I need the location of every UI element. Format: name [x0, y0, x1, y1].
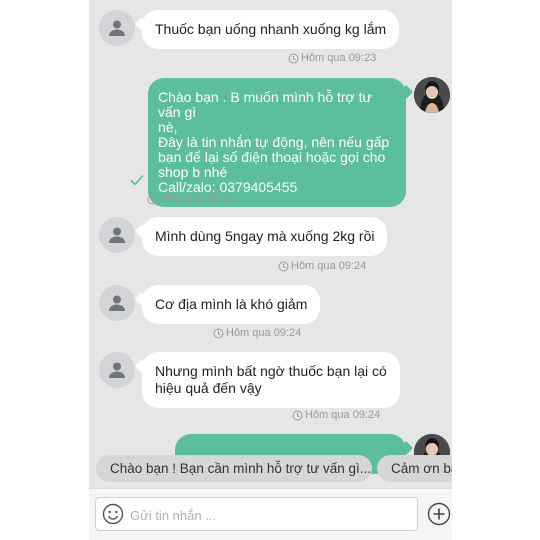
- chat-screen: Thuốc bạn uống nhanh xuống kg lắm Hôm qu…: [89, 0, 452, 540]
- message-text: Cơ địa mình là khó giảm: [155, 296, 308, 312]
- clock-icon: [288, 53, 299, 63]
- message-line: hiệu quả đến vậy: [155, 380, 262, 396]
- plus-circle-icon[interactable]: [427, 502, 451, 526]
- message-bubble-incoming[interactable]: Thuốc bạn uống nhanh xuống kg lắm: [142, 10, 400, 49]
- message-timestamp: Hôm qua 09:24: [213, 327, 301, 339]
- message-text: Mình dùng 5ngay mà xuống 2kg rồi: [155, 228, 375, 244]
- clock-icon: [292, 410, 303, 420]
- message-timestamp: Hôm qua 09:24: [278, 260, 366, 272]
- message-line: Đây là tin nhắn tự động, nên nếu gấp: [158, 134, 390, 150]
- quick-reply-chip[interactable]: Chào bạn ! Bạn cần mình hỗ trợ tư vấn gì…: [96, 455, 372, 482]
- quick-reply-chip[interactable]: Cảm ơn bạ: [377, 455, 452, 482]
- message-timestamp: Hôm qua 09:24: [292, 409, 380, 421]
- message-bubble-outgoing[interactable]: Chào bạn . B muốn mình hỗ trợ tư vấn gì …: [148, 78, 406, 207]
- person-icon: [109, 227, 125, 243]
- smiley-icon[interactable]: [102, 503, 124, 525]
- check-icon: [130, 174, 144, 186]
- message-timestamp: Hôm qua 09:23: [288, 52, 376, 64]
- quick-replies: Chào bạn ! Bạn cần mình hỗ trợ tư vấn gì…: [89, 452, 452, 486]
- user-avatar[interactable]: [414, 77, 450, 113]
- clock-icon: [147, 194, 158, 204]
- message-line: bạn để lại số điện thoại hoặc gọi cho: [158, 149, 386, 165]
- message-input[interactable]: [128, 504, 412, 526]
- composer-bar: [89, 488, 452, 540]
- clock-icon: [278, 261, 289, 271]
- message-bubble-incoming[interactable]: Mình dùng 5ngay mà xuống 2kg rồi: [142, 217, 388, 256]
- profile-photo: [414, 77, 450, 113]
- contact-avatar[interactable]: [99, 217, 135, 253]
- clock-icon: [213, 328, 224, 338]
- message-line: shop b nhé: [158, 164, 228, 180]
- message-input-container[interactable]: [95, 497, 418, 531]
- message-line: Nhưng mình bất ngờ thuốc bạn lại có: [155, 363, 387, 379]
- message-bubble-incoming[interactable]: Cơ địa mình là khó giảm: [142, 285, 321, 324]
- contact-avatar[interactable]: [99, 285, 135, 321]
- message-line: Chào bạn . B muốn mình hỗ trợ tư vấn gì: [158, 89, 372, 120]
- contact-avatar[interactable]: [99, 352, 135, 388]
- person-icon: [109, 295, 125, 311]
- message-bubble-incoming[interactable]: Nhưng mình bất ngờ thuốc bạn lại có hiệu…: [142, 352, 400, 408]
- person-icon: [109, 20, 125, 36]
- person-icon: [109, 362, 125, 378]
- message-line: nè,: [158, 119, 178, 135]
- contact-avatar[interactable]: [99, 10, 135, 46]
- message-text: Thuốc bạn uống nhanh xuống kg lắm: [155, 21, 387, 37]
- message-timestamp: Hôm qua 09:23: [147, 193, 235, 205]
